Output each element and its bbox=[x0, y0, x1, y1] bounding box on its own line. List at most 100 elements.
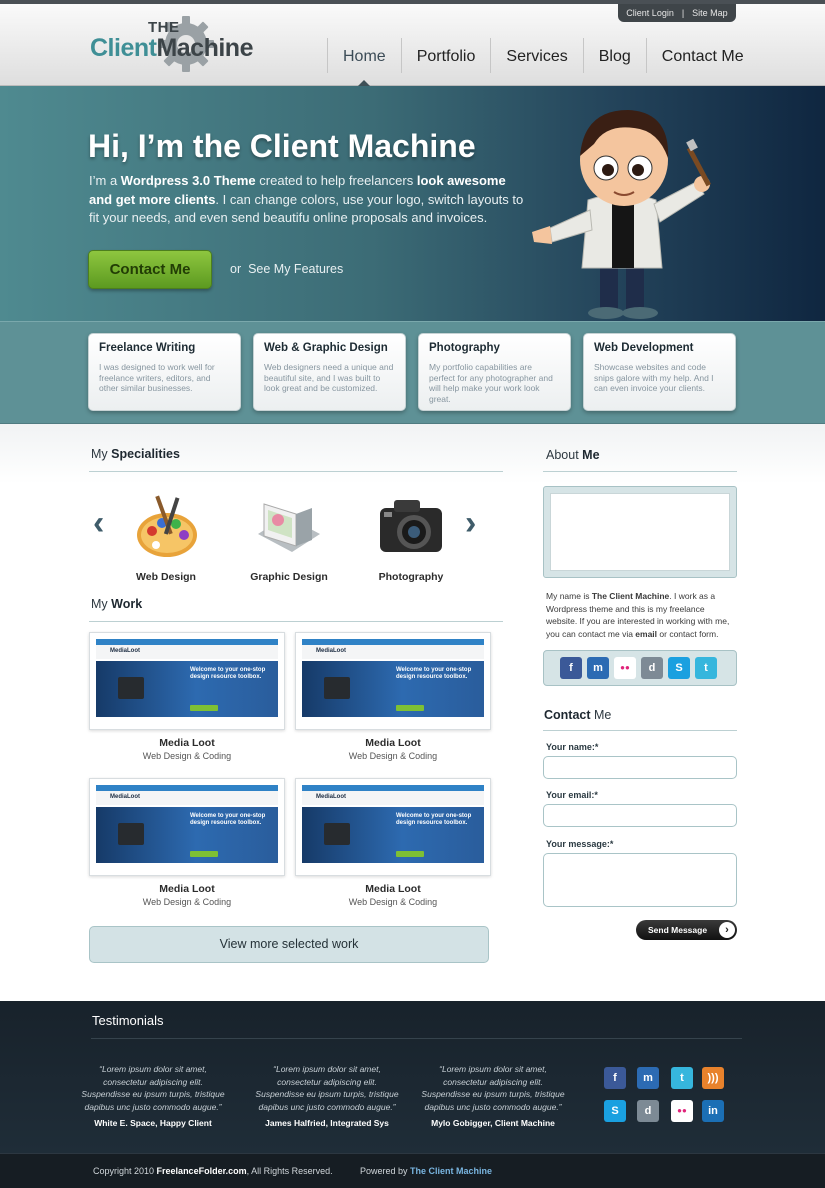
thumb-logo: MediaLoot bbox=[316, 648, 346, 654]
feature-card-photography[interactable]: Photography My portfolio capabilities ar… bbox=[418, 333, 571, 411]
logo[interactable]: THE ClientMachine bbox=[90, 12, 255, 82]
copyright-part: Copyright 2010 bbox=[93, 1166, 157, 1176]
title-prefix: My bbox=[91, 447, 108, 461]
client-login-link[interactable]: Client Login bbox=[622, 8, 678, 18]
logo-text: ClientMachine bbox=[90, 34, 253, 63]
copyright-site-link[interactable]: FreelanceFolder.com bbox=[157, 1166, 247, 1176]
feature-card-web-graphic-design[interactable]: Web & Graphic Design Web designers need … bbox=[253, 333, 406, 411]
feature-card-web-development[interactable]: Web Development Showcase websites and co… bbox=[583, 333, 736, 411]
feature-title: Freelance Writing bbox=[99, 342, 196, 354]
site-map-link[interactable]: Site Map bbox=[688, 8, 732, 18]
facebook-icon[interactable]: f bbox=[560, 657, 582, 679]
website-screenshot: MediaLoot Welcome to your one-stop desig… bbox=[96, 639, 278, 723]
work-item-subtitle: Web Design & Coding bbox=[348, 751, 438, 761]
contact-me-button[interactable]: Contact Me bbox=[88, 250, 212, 289]
myspace-icon[interactable]: m bbox=[587, 657, 609, 679]
carousel-next-icon[interactable]: › bbox=[465, 506, 476, 540]
title-bold: Work bbox=[111, 597, 143, 611]
feature-card-freelance-writing[interactable]: Freelance Writing I was designed to work… bbox=[88, 333, 241, 411]
title-suffix: Me bbox=[594, 708, 612, 722]
facebook-icon[interactable]: f bbox=[604, 1067, 626, 1089]
work-item-title[interactable]: Media Loot bbox=[295, 883, 491, 895]
title-bold: Specialities bbox=[111, 447, 180, 461]
thumb-logo: MediaLoot bbox=[110, 794, 140, 800]
speciality-label[interactable]: Web Design bbox=[111, 571, 221, 583]
testimonial-author: James Halfried, Integrated Sys bbox=[265, 1118, 389, 1128]
work-item-title[interactable]: Media Loot bbox=[89, 883, 285, 895]
name-field[interactable] bbox=[543, 756, 737, 779]
thumb-heading: Welcome to your one-stop design resource… bbox=[190, 667, 266, 680]
hero-text: I’m a Wordpress 3.0 Theme created to hel… bbox=[89, 172, 529, 228]
hero-title: Hi, I’m the Client Machine bbox=[88, 128, 476, 164]
nav-contact-me[interactable]: Contact Me bbox=[645, 38, 759, 73]
feature-title: Web Development bbox=[594, 342, 694, 354]
flickr-icon[interactable]: ●● bbox=[614, 657, 636, 679]
about-text-part: or contact form. bbox=[657, 628, 719, 639]
work-thumbnail[interactable]: MediaLoot Welcome to your one-stop desig… bbox=[89, 632, 285, 730]
send-label: Send Message bbox=[648, 925, 708, 935]
website-screenshot: MediaLoot Welcome to your one-stop desig… bbox=[302, 785, 484, 869]
title-prefix: About bbox=[546, 448, 579, 462]
divider bbox=[543, 730, 737, 731]
powered-by-label: Powered by bbox=[360, 1166, 411, 1176]
specialities-title: My Specialities bbox=[91, 447, 180, 461]
work-item-title[interactable]: Media Loot bbox=[89, 737, 285, 749]
twitter-icon[interactable]: t bbox=[671, 1067, 693, 1089]
about-text-bold: The Client Machine bbox=[591, 591, 670, 601]
website-screenshot: MediaLoot Welcome to your one-stop desig… bbox=[96, 785, 278, 869]
work-item-subtitle: Web Design & Coding bbox=[348, 897, 438, 907]
title-bold: Me bbox=[582, 448, 600, 462]
speciality-label[interactable]: Graphic Design bbox=[234, 571, 344, 583]
feature-text: My portfolio capabilities are perfect fo… bbox=[429, 362, 553, 404]
feature-title: Photography bbox=[429, 342, 500, 354]
social-icons-box: f m ●● d S t bbox=[543, 650, 737, 686]
skype-icon[interactable]: S bbox=[604, 1100, 626, 1122]
email-label: Your email:* bbox=[546, 790, 598, 800]
digg-icon[interactable]: d bbox=[641, 657, 663, 679]
work-thumbnail[interactable]: MediaLoot Welcome to your one-stop desig… bbox=[89, 778, 285, 876]
testimonial: “Lorem ipsum dolor sit amet, consectetur… bbox=[418, 1063, 568, 1128]
contact-title: Contact Me bbox=[544, 708, 611, 722]
divider bbox=[91, 1038, 742, 1039]
email-link[interactable]: email bbox=[635, 629, 657, 639]
message-field[interactable] bbox=[543, 853, 737, 907]
or-label: or bbox=[230, 262, 242, 276]
powered-by-link[interactable]: The Client Machine bbox=[410, 1166, 492, 1176]
see-features-link[interactable]: See My Features bbox=[248, 262, 343, 276]
thumb-logo: MediaLoot bbox=[110, 648, 140, 654]
email-field[interactable] bbox=[543, 804, 737, 827]
title-prefix: My bbox=[91, 597, 108, 611]
thumb-heading: Welcome to your one-stop design resource… bbox=[396, 667, 472, 680]
myspace-icon[interactable]: m bbox=[637, 1067, 659, 1089]
powered-by: Powered by The Client Machine bbox=[360, 1154, 492, 1188]
speciality-label[interactable]: Photography bbox=[356, 571, 466, 583]
rss-icon[interactable]: ))) bbox=[702, 1067, 724, 1089]
about-text: My name is The Client Machine. I work as… bbox=[546, 590, 736, 640]
about-title: About Me bbox=[546, 448, 600, 462]
testimonial-quote: “Lorem ipsum dolor sit amet, consectetur… bbox=[255, 1064, 399, 1112]
twitter-icon[interactable]: t bbox=[695, 657, 717, 679]
linkedin-icon[interactable]: in bbox=[702, 1100, 724, 1122]
work-thumbnail[interactable]: MediaLoot Welcome to your one-stop desig… bbox=[295, 632, 491, 730]
about-text-part: My name is bbox=[546, 591, 592, 601]
send-message-button[interactable]: Send Message › bbox=[636, 920, 737, 940]
work-title: My Work bbox=[91, 597, 142, 611]
nav-blog[interactable]: Blog bbox=[582, 38, 646, 73]
work-item-subtitle: Web Design & Coding bbox=[142, 897, 232, 907]
flickr-icon[interactable]: ●● bbox=[671, 1100, 693, 1122]
about-photo-frame bbox=[543, 486, 737, 578]
view-more-work-button[interactable]: View more selected work bbox=[89, 926, 489, 963]
carousel-prev-icon[interactable]: ‹ bbox=[93, 506, 104, 540]
work-item-title[interactable]: Media Loot bbox=[295, 737, 491, 749]
nav-home[interactable]: Home bbox=[327, 38, 401, 86]
feature-text: Web designers need a unique and beautifu… bbox=[264, 362, 394, 393]
copyright-part: , All Rights Reserved. bbox=[246, 1166, 333, 1176]
thumb-heading: Welcome to your one-stop design resource… bbox=[396, 813, 472, 826]
digg-icon[interactable]: d bbox=[637, 1100, 659, 1122]
divider bbox=[89, 471, 503, 472]
nav-portfolio[interactable]: Portfolio bbox=[400, 38, 491, 73]
top-links: Client Login | Site Map bbox=[618, 4, 736, 22]
work-thumbnail[interactable]: MediaLoot Welcome to your one-stop desig… bbox=[295, 778, 491, 876]
nav-services[interactable]: Services bbox=[490, 38, 582, 73]
skype-icon[interactable]: S bbox=[668, 657, 690, 679]
